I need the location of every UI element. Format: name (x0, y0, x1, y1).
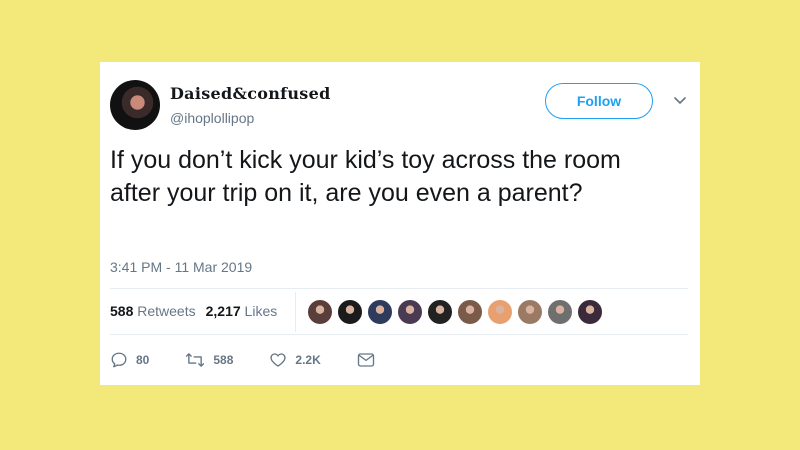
message-icon (357, 353, 374, 367)
avatar[interactable] (110, 80, 160, 130)
timestamp[interactable]: 3:41 PM - 11 Mar 2019 (110, 259, 252, 275)
likes-count: 2,217 (205, 303, 241, 319)
retweet-count: 588 (213, 353, 234, 367)
follow-button[interactable]: Follow (545, 83, 653, 119)
liker-avatar[interactable] (457, 299, 483, 325)
reply-count: 80 (136, 353, 150, 367)
liker-avatar[interactable] (547, 299, 573, 325)
retweets-stat[interactable]: 588 Retweets (110, 303, 196, 319)
like-icon (270, 353, 286, 367)
chevron-down-icon[interactable] (672, 95, 688, 107)
tweet-card: Daised&confused @ihoplollipop Follow If … (100, 62, 700, 385)
display-name[interactable]: Daised&confused (170, 84, 331, 103)
like-button[interactable]: 2.2K (269, 351, 321, 369)
reply-button[interactable]: 80 (110, 351, 149, 369)
retweets-label: Retweets (137, 303, 196, 319)
reply-icon (111, 352, 127, 368)
retweet-icon (186, 353, 205, 367)
message-button[interactable] (357, 352, 375, 368)
divider (110, 334, 688, 335)
liker-avatar[interactable] (367, 299, 393, 325)
liker-avatar[interactable] (337, 299, 363, 325)
liker-avatar[interactable] (397, 299, 423, 325)
likes-stat[interactable]: 2,217 Likes (206, 303, 278, 319)
liker-avatar[interactable] (577, 299, 603, 325)
retweets-count: 588 (110, 303, 134, 319)
engagement-stats: 588 Retweets 2,217 Likes (110, 303, 277, 319)
liker-avatars (307, 299, 603, 325)
tweet-text: If you don’t kick your kid’s toy across … (110, 146, 621, 207)
user-handle[interactable]: @ihoplollipop (170, 110, 254, 126)
liker-avatar[interactable] (517, 299, 543, 325)
retweet-button[interactable]: 588 (185, 351, 233, 369)
divider (110, 288, 688, 289)
stats-separator (295, 292, 296, 332)
liker-avatar[interactable] (427, 299, 453, 325)
action-bar: 80 588 2.2K (110, 351, 411, 369)
liker-avatar[interactable] (487, 299, 513, 325)
likes-label: Likes (244, 303, 278, 319)
liker-avatar[interactable] (307, 299, 333, 325)
like-count: 2.2K (295, 353, 321, 367)
